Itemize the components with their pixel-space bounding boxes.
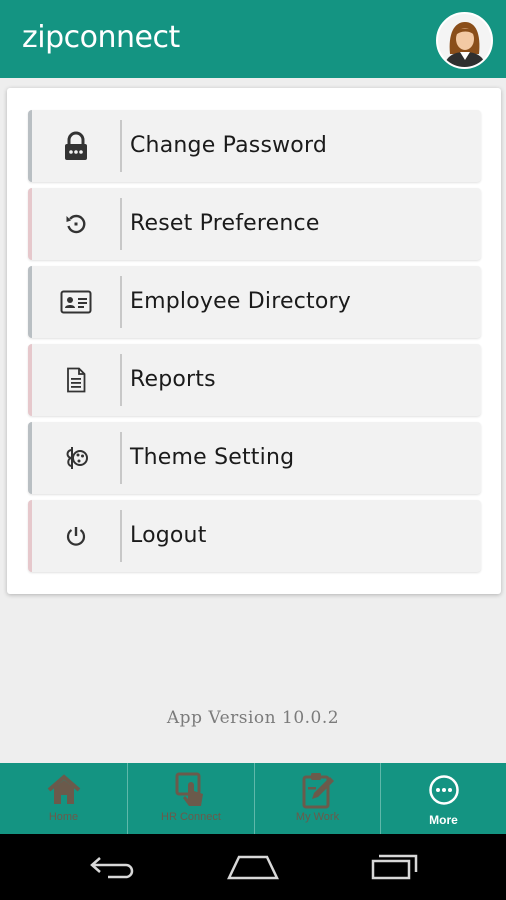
- user-avatar[interactable]: [436, 12, 493, 69]
- item-divider: [120, 198, 122, 250]
- employee-directory-item[interactable]: Employee Directory: [28, 266, 481, 338]
- home-icon: [46, 771, 82, 809]
- reports-item[interactable]: Reports: [28, 344, 481, 416]
- item-divider: [120, 276, 122, 328]
- app-version-text: App Version 10.0.2: [166, 708, 340, 728]
- tab-my-work[interactable]: My Work: [254, 763, 380, 834]
- change-password-label: Change Password: [130, 133, 327, 158]
- bottom-tab-bar: Home HR Connect My Work More: [0, 763, 506, 834]
- zipconnect-logo: zipconnect: [22, 20, 180, 55]
- tab-hr-connect-label: HR Connect: [161, 811, 221, 823]
- app-header: zipconnect: [0, 0, 506, 78]
- system-navigation-bar: [0, 834, 506, 900]
- power-icon: [32, 500, 120, 572]
- tab-home[interactable]: Home: [0, 763, 127, 834]
- more-icon: [428, 771, 460, 809]
- employee-directory-label: Employee Directory: [130, 289, 351, 314]
- recent-apps-icon[interactable]: [367, 851, 423, 883]
- logout-item[interactable]: Logout: [28, 500, 481, 572]
- tab-my-work-label: My Work: [295, 811, 340, 823]
- reset-preference-item[interactable]: Reset Preference: [28, 188, 481, 260]
- tab-more-label: More: [429, 813, 458, 827]
- logout-label: Logout: [130, 523, 207, 548]
- palette-icon: [32, 422, 120, 494]
- clipboard-edit-icon: [300, 771, 336, 809]
- reset-icon: [32, 188, 120, 260]
- item-divider: [120, 432, 122, 484]
- id-card-icon: [32, 266, 120, 338]
- lock-icon: [32, 110, 120, 182]
- tab-home-label: Home: [48, 811, 79, 823]
- item-divider: [120, 354, 122, 406]
- reset-preference-label: Reset Preference: [130, 211, 320, 236]
- theme-setting-item[interactable]: Theme Setting: [28, 422, 481, 494]
- back-icon[interactable]: [85, 851, 141, 883]
- user-avatar-icon: [438, 14, 491, 67]
- change-password-item[interactable]: Change Password: [28, 110, 481, 182]
- item-divider: [120, 120, 122, 172]
- document-icon: [32, 344, 120, 416]
- settings-menu-card: Change Password Reset Preference Employe…: [7, 88, 501, 594]
- reports-label: Reports: [130, 367, 216, 392]
- touch-screen-icon: [174, 771, 208, 809]
- item-divider: [120, 510, 122, 562]
- tab-more[interactable]: More: [380, 763, 506, 834]
- tab-hr-connect[interactable]: HR Connect: [127, 763, 254, 834]
- home-nav-icon[interactable]: [225, 851, 281, 883]
- theme-setting-label: Theme Setting: [130, 445, 295, 470]
